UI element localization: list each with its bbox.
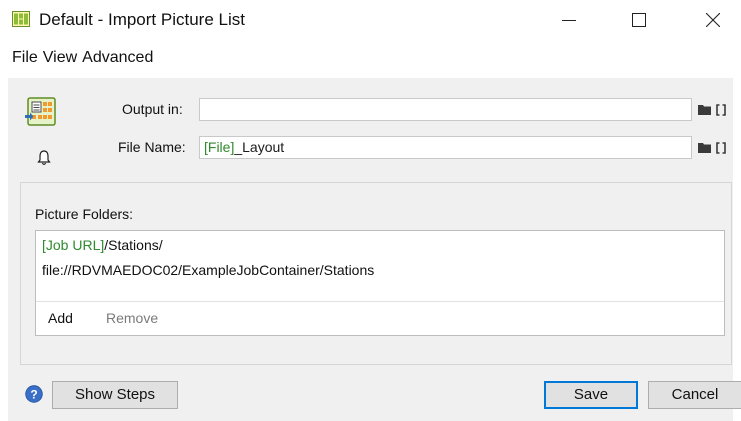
save-button[interactable]: Save — [544, 381, 638, 409]
show-steps-button[interactable]: Show Steps — [52, 381, 178, 409]
menu-file[interactable]: File — [12, 46, 38, 72]
window-title: Default - Import Picture List — [39, 10, 245, 29]
variable-brackets-icon[interactable] — [716, 103, 726, 116]
folder-path: /Stations/ — [104, 237, 163, 253]
main-panel: Output in: File Name: [File]_Layout Pict… — [8, 78, 741, 421]
list-divider — [36, 301, 724, 302]
file-name-field[interactable]: [File]_Layout — [199, 136, 692, 159]
list-item[interactable]: file://RDVMAEDOC02/ExampleJobContainer/S… — [36, 259, 374, 281]
variable-brackets-icon[interactable] — [716, 141, 726, 154]
folder-icon[interactable] — [698, 142, 711, 153]
title-bar: Default - Import Picture List — [0, 0, 741, 40]
picture-folders-list[interactable]: [Job URL]/Stations/ file://RDVMAEDOC02/E… — [35, 230, 725, 336]
output-in-field[interactable] — [199, 98, 692, 121]
output-in-tools — [698, 98, 726, 121]
picture-folders-group: Picture Folders: [Job URL]/Stations/ fil… — [20, 182, 732, 365]
app-layout-icon — [12, 11, 30, 27]
close-icon — [706, 13, 720, 27]
remove-folder-button[interactable]: Remove — [106, 308, 158, 328]
menu-advanced[interactable]: Advanced — [82, 46, 153, 72]
maximize-button[interactable] — [616, 0, 662, 40]
file-name-tools — [698, 136, 726, 159]
cancel-button[interactable]: Cancel — [648, 381, 741, 409]
folder-icon[interactable] — [698, 104, 711, 115]
folder-path: file://RDVMAEDOC02/ExampleJobContainer/S… — [42, 262, 375, 278]
add-folder-button[interactable]: Add — [48, 308, 73, 328]
file-name-token: [File] — [204, 139, 235, 155]
close-button[interactable] — [690, 0, 736, 40]
minimize-icon — [562, 20, 576, 21]
maximize-icon — [632, 13, 646, 27]
folder-token: [Job URL] — [42, 237, 105, 253]
svg-text:?: ? — [30, 387, 37, 401]
menu-view[interactable]: View — [43, 46, 77, 72]
output-in-label: Output in: — [122, 101, 183, 117]
import-picture-step-icon — [25, 97, 56, 126]
picture-folders-label: Picture Folders: — [35, 206, 134, 222]
help-icon[interactable]: ? — [25, 385, 43, 403]
minimize-button[interactable] — [546, 0, 592, 40]
list-item[interactable]: [Job URL]/Stations/ — [36, 234, 163, 256]
menu-bar: File View Advanced — [0, 46, 153, 72]
bell-icon[interactable] — [37, 150, 51, 166]
file-name-text: _Layout — [234, 139, 285, 155]
file-name-label: File Name: — [118, 139, 186, 155]
